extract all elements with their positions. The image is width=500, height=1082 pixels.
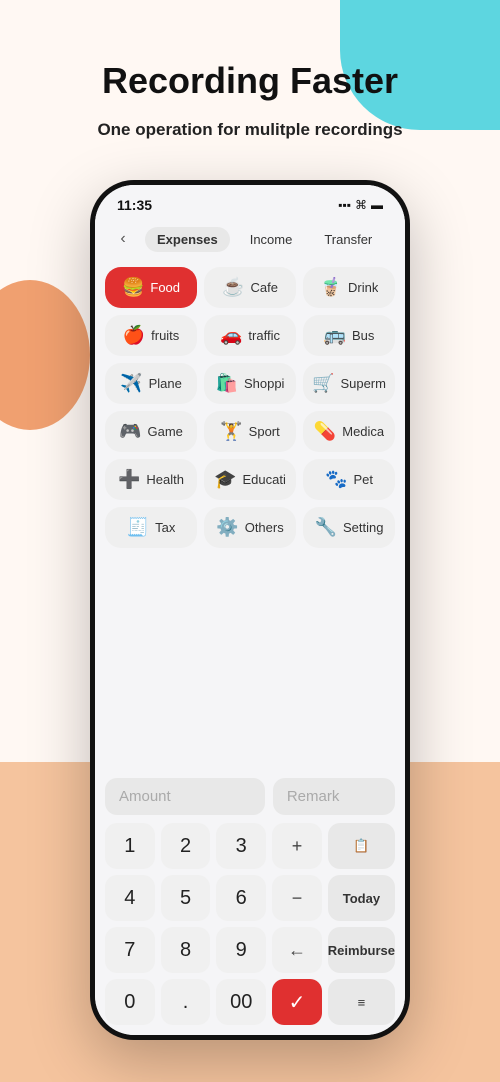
- numpad-button-5[interactable]: 5: [161, 875, 211, 921]
- page-subtitle: One operation for mulitple recordings: [0, 120, 500, 140]
- signal-icon: ▪▪▪: [338, 198, 351, 212]
- category-icon: ☕: [222, 277, 244, 298]
- category-label: Sport: [249, 424, 280, 439]
- category-section: 🍔 Food ☕ Cafe 🧋 Drink 🍎 fruits 🚗 traffic 🚌 Bus ✈️ Pla…: [95, 259, 405, 770]
- category-item-food[interactable]: 🍔 Food: [105, 267, 197, 308]
- category-item-others[interactable]: ⚙️ Others: [204, 507, 296, 548]
- category-item-drink[interactable]: 🧋 Drink: [303, 267, 395, 308]
- category-icon: ✈️: [120, 373, 142, 394]
- category-label: Setting: [343, 520, 383, 535]
- category-label: fruits: [151, 328, 179, 343]
- category-label: Cafe: [250, 280, 277, 295]
- category-item-setting[interactable]: 🔧 Setting: [303, 507, 395, 548]
- remark-field[interactable]: Remark: [273, 778, 395, 815]
- category-icon: ➕: [118, 469, 140, 490]
- tab-bar: ‹ Expenses Income Transfer: [95, 219, 405, 259]
- numpad-button-2[interactable]: 2: [161, 823, 211, 869]
- category-label: Health: [146, 472, 184, 487]
- amount-field[interactable]: Amount: [105, 778, 265, 815]
- category-icon: 🛍️: [216, 373, 238, 394]
- category-icon: 🚌: [324, 325, 346, 346]
- status-icons: ▪▪▪ ⌘ ▬: [338, 198, 383, 212]
- numpad-button-[interactable]: ≡: [328, 979, 395, 1025]
- category-item-traffic[interactable]: 🚗 traffic: [204, 315, 296, 356]
- category-label: Pet: [353, 472, 373, 487]
- numpad-button-8[interactable]: 8: [161, 927, 211, 973]
- numpad-button-[interactable]: ✓: [272, 979, 322, 1025]
- category-item-health[interactable]: ➕ Health: [105, 459, 197, 500]
- category-label: traffic: [248, 328, 280, 343]
- category-item-tax[interactable]: 🧾 Tax: [105, 507, 197, 548]
- category-icon: 🎮: [119, 421, 141, 442]
- category-item-superm[interactable]: 🛒 Superm: [303, 363, 395, 404]
- category-label: Game: [148, 424, 183, 439]
- category-item-shoppi[interactable]: 🛍️ Shoppi: [204, 363, 296, 404]
- numpad-button-7[interactable]: 7: [105, 927, 155, 973]
- category-label: Bus: [352, 328, 374, 343]
- category-label: Superm: [340, 376, 386, 391]
- wifi-icon: ⌘: [355, 198, 367, 212]
- category-icon: 🐾: [325, 469, 347, 490]
- category-icon: 🚗: [220, 325, 242, 346]
- category-item-game[interactable]: 🎮 Game: [105, 411, 197, 452]
- numpad: 123+📋 456−Today 789←Reimburse 0.00✓≡: [95, 819, 405, 1035]
- category-grid: 🍔 Food ☕ Cafe 🧋 Drink 🍎 fruits 🚗 traffic 🚌 Bus ✈️ Pla…: [105, 267, 395, 548]
- status-bar: 11:35 ▪▪▪ ⌘ ▬: [95, 185, 405, 219]
- category-item-cafe[interactable]: ☕ Cafe: [204, 267, 296, 308]
- category-label: Educati: [243, 472, 286, 487]
- numpad-button-reimburse[interactable]: Reimburse: [328, 927, 395, 973]
- numpad-button-[interactable]: 📋: [328, 823, 395, 869]
- numpad-button-6[interactable]: 6: [216, 875, 266, 921]
- category-icon: 🧾: [127, 517, 149, 538]
- bg-decoration-orange: [0, 280, 90, 430]
- category-icon: 🏋️: [220, 421, 242, 442]
- numpad-button-1[interactable]: 1: [105, 823, 155, 869]
- category-item-pet[interactable]: 🐾 Pet: [303, 459, 395, 500]
- battery-icon: ▬: [371, 198, 383, 212]
- category-icon: 🧋: [320, 277, 342, 298]
- tab-transfer[interactable]: Transfer: [312, 227, 384, 252]
- back-button[interactable]: ‹: [109, 225, 137, 253]
- numpad-button-[interactable]: −: [272, 875, 322, 921]
- numpad-button-[interactable]: ←: [272, 927, 322, 973]
- category-icon: 🔧: [315, 517, 337, 538]
- category-icon: 💊: [314, 421, 336, 442]
- category-icon: 🍎: [123, 325, 145, 346]
- category-label: Medica: [342, 424, 384, 439]
- category-label: Drink: [348, 280, 378, 295]
- category-item-medica[interactable]: 💊 Medica: [303, 411, 395, 452]
- tab-expenses[interactable]: Expenses: [145, 227, 230, 252]
- category-item-fruits[interactable]: 🍎 fruits: [105, 315, 197, 356]
- numpad-grid: 123+📋 456−Today 789←Reimburse 0.00✓≡: [105, 823, 395, 1025]
- category-label: Tax: [155, 520, 175, 535]
- category-label: Plane: [149, 376, 182, 391]
- category-label: Others: [245, 520, 284, 535]
- numpad-button-9[interactable]: 9: [216, 927, 266, 973]
- category-label: Shoppi: [244, 376, 284, 391]
- numpad-button-00[interactable]: 00: [216, 979, 266, 1025]
- numpad-button-3[interactable]: 3: [216, 823, 266, 869]
- phone-mockup: 11:35 ▪▪▪ ⌘ ▬ ‹ Expenses Income Transfer…: [90, 180, 410, 1040]
- category-icon: ⚙️: [216, 517, 238, 538]
- category-icon: 🍔: [122, 277, 144, 298]
- category-item-sport[interactable]: 🏋️ Sport: [204, 411, 296, 452]
- numpad-button-today[interactable]: Today: [328, 875, 395, 921]
- category-item-educati[interactable]: 🎓 Educati: [204, 459, 296, 500]
- numpad-button-4[interactable]: 4: [105, 875, 155, 921]
- amount-remark-row: Amount Remark: [95, 770, 405, 819]
- numpad-button-[interactable]: +: [272, 823, 322, 869]
- numpad-button-[interactable]: .: [161, 979, 211, 1025]
- category-item-plane[interactable]: ✈️ Plane: [105, 363, 197, 404]
- category-label: Food: [150, 280, 180, 295]
- category-icon: 🛒: [312, 373, 334, 394]
- status-time: 11:35: [117, 197, 152, 213]
- category-icon: 🎓: [214, 469, 236, 490]
- phone-screen: 11:35 ▪▪▪ ⌘ ▬ ‹ Expenses Income Transfer…: [95, 185, 405, 1035]
- tab-income[interactable]: Income: [238, 227, 305, 252]
- category-item-bus[interactable]: 🚌 Bus: [303, 315, 395, 356]
- page-title: Recording Faster: [0, 60, 500, 102]
- numpad-button-0[interactable]: 0: [105, 979, 155, 1025]
